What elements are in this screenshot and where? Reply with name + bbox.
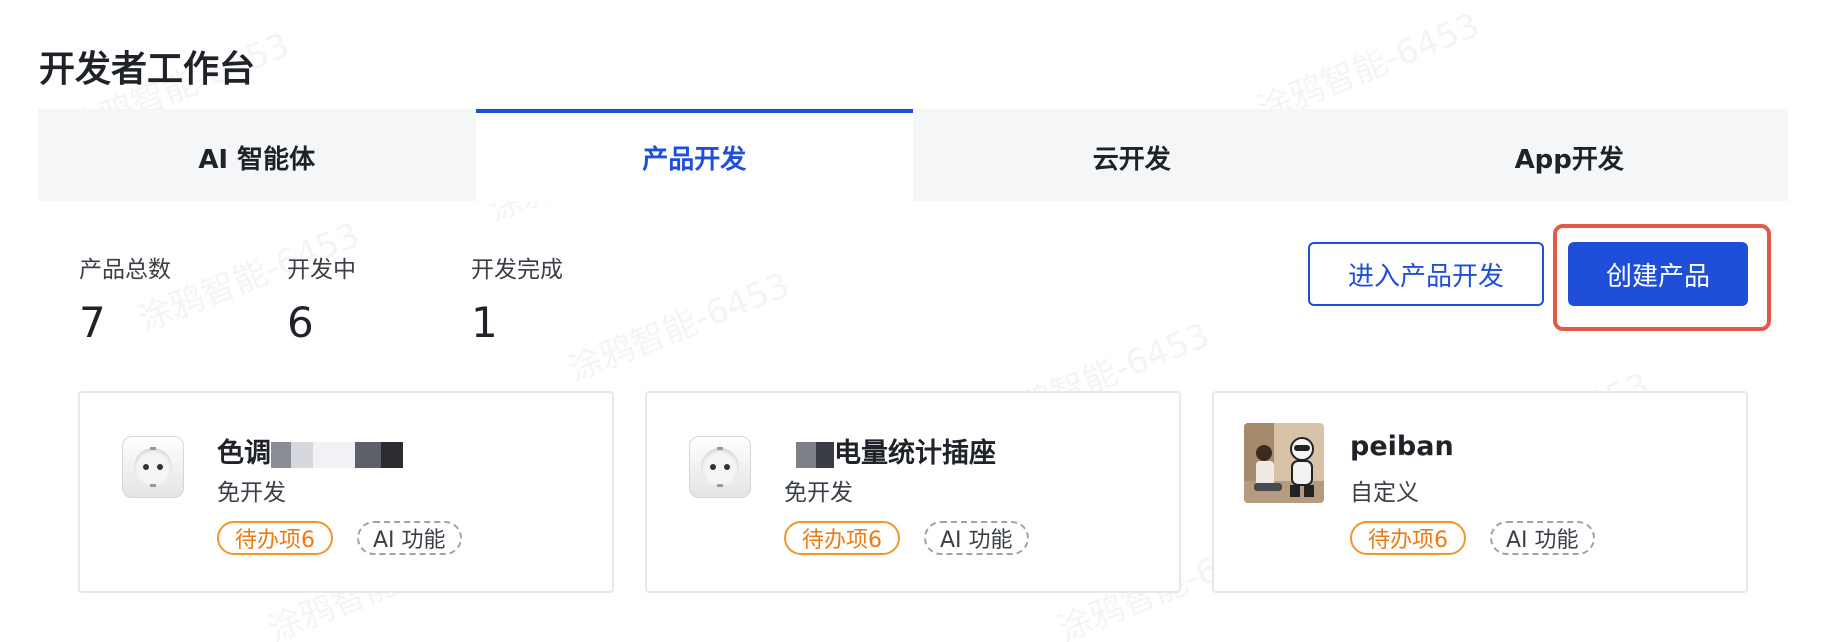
enter-product-dev-button[interactable]: 进入产品开发 [1308,242,1544,306]
stat-label: 开发完成 [471,257,563,283]
redacted-block [784,441,796,468]
product-name: 色调 [217,431,403,470]
product-name-text: 色调 [217,438,271,469]
product-type: 自定义 [1350,480,1419,506]
stat-label: 产品总数 [79,257,171,283]
stat-in-dev: 开发中 6 [287,250,471,347]
tab-bar: AI 智能体 产品开发 云开发 App开发 [38,109,1788,201]
product-card[interactable]: 色调 免开发 待办项6 AI 功能 [78,391,614,593]
tab-app-dev[interactable]: App开发 [1350,109,1788,201]
redacted-block [816,441,834,468]
stat-value: 6 [287,298,314,347]
redacted-block [313,441,355,468]
product-name-text: 电量统计插座 [834,438,996,469]
stats-row: 产品总数 7 开发中 6 开发完成 1 [79,250,651,347]
product-card[interactable]: peiban 自定义 待办项6 AI 功能 [1212,391,1748,593]
page-title: 开发者工作台 [39,49,256,90]
stat-completed: 开发完成 1 [471,250,651,347]
tab-cloud-dev[interactable]: 云开发 [913,109,1351,201]
todo-badge[interactable]: 待办项6 [217,521,333,555]
redacted-block [291,441,313,468]
product-type: 免开发 [784,480,853,506]
tab-product-dev[interactable]: 产品开发 [475,109,913,201]
ai-feature-badge: AI 功能 [924,521,1029,555]
redacted-block [355,441,381,468]
ai-feature-badge: AI 功能 [357,521,462,555]
todo-badge[interactable]: 待办项6 [784,521,900,555]
socket-icon [122,436,184,498]
product-name: peiban [1350,431,1454,462]
redacted-block [271,441,291,468]
product-name: 电量统计插座 [784,431,996,470]
stat-label: 开发中 [287,257,356,283]
stat-total: 产品总数 7 [79,250,287,347]
tab-ai-agent[interactable]: AI 智能体 [38,109,476,201]
create-product-button[interactable]: 创建产品 [1568,242,1748,306]
robot-photo [1244,423,1324,503]
product-card[interactable]: 电量统计插座 免开发 待办项6 AI 功能 [645,391,1181,593]
stat-value: 7 [79,298,106,347]
redacted-block [381,441,403,468]
product-type: 免开发 [217,480,286,506]
redacted-block [796,441,816,468]
ai-feature-badge: AI 功能 [1490,521,1595,555]
stat-value: 1 [471,298,498,347]
todo-badge[interactable]: 待办项6 [1350,521,1466,555]
socket-icon [689,436,751,498]
